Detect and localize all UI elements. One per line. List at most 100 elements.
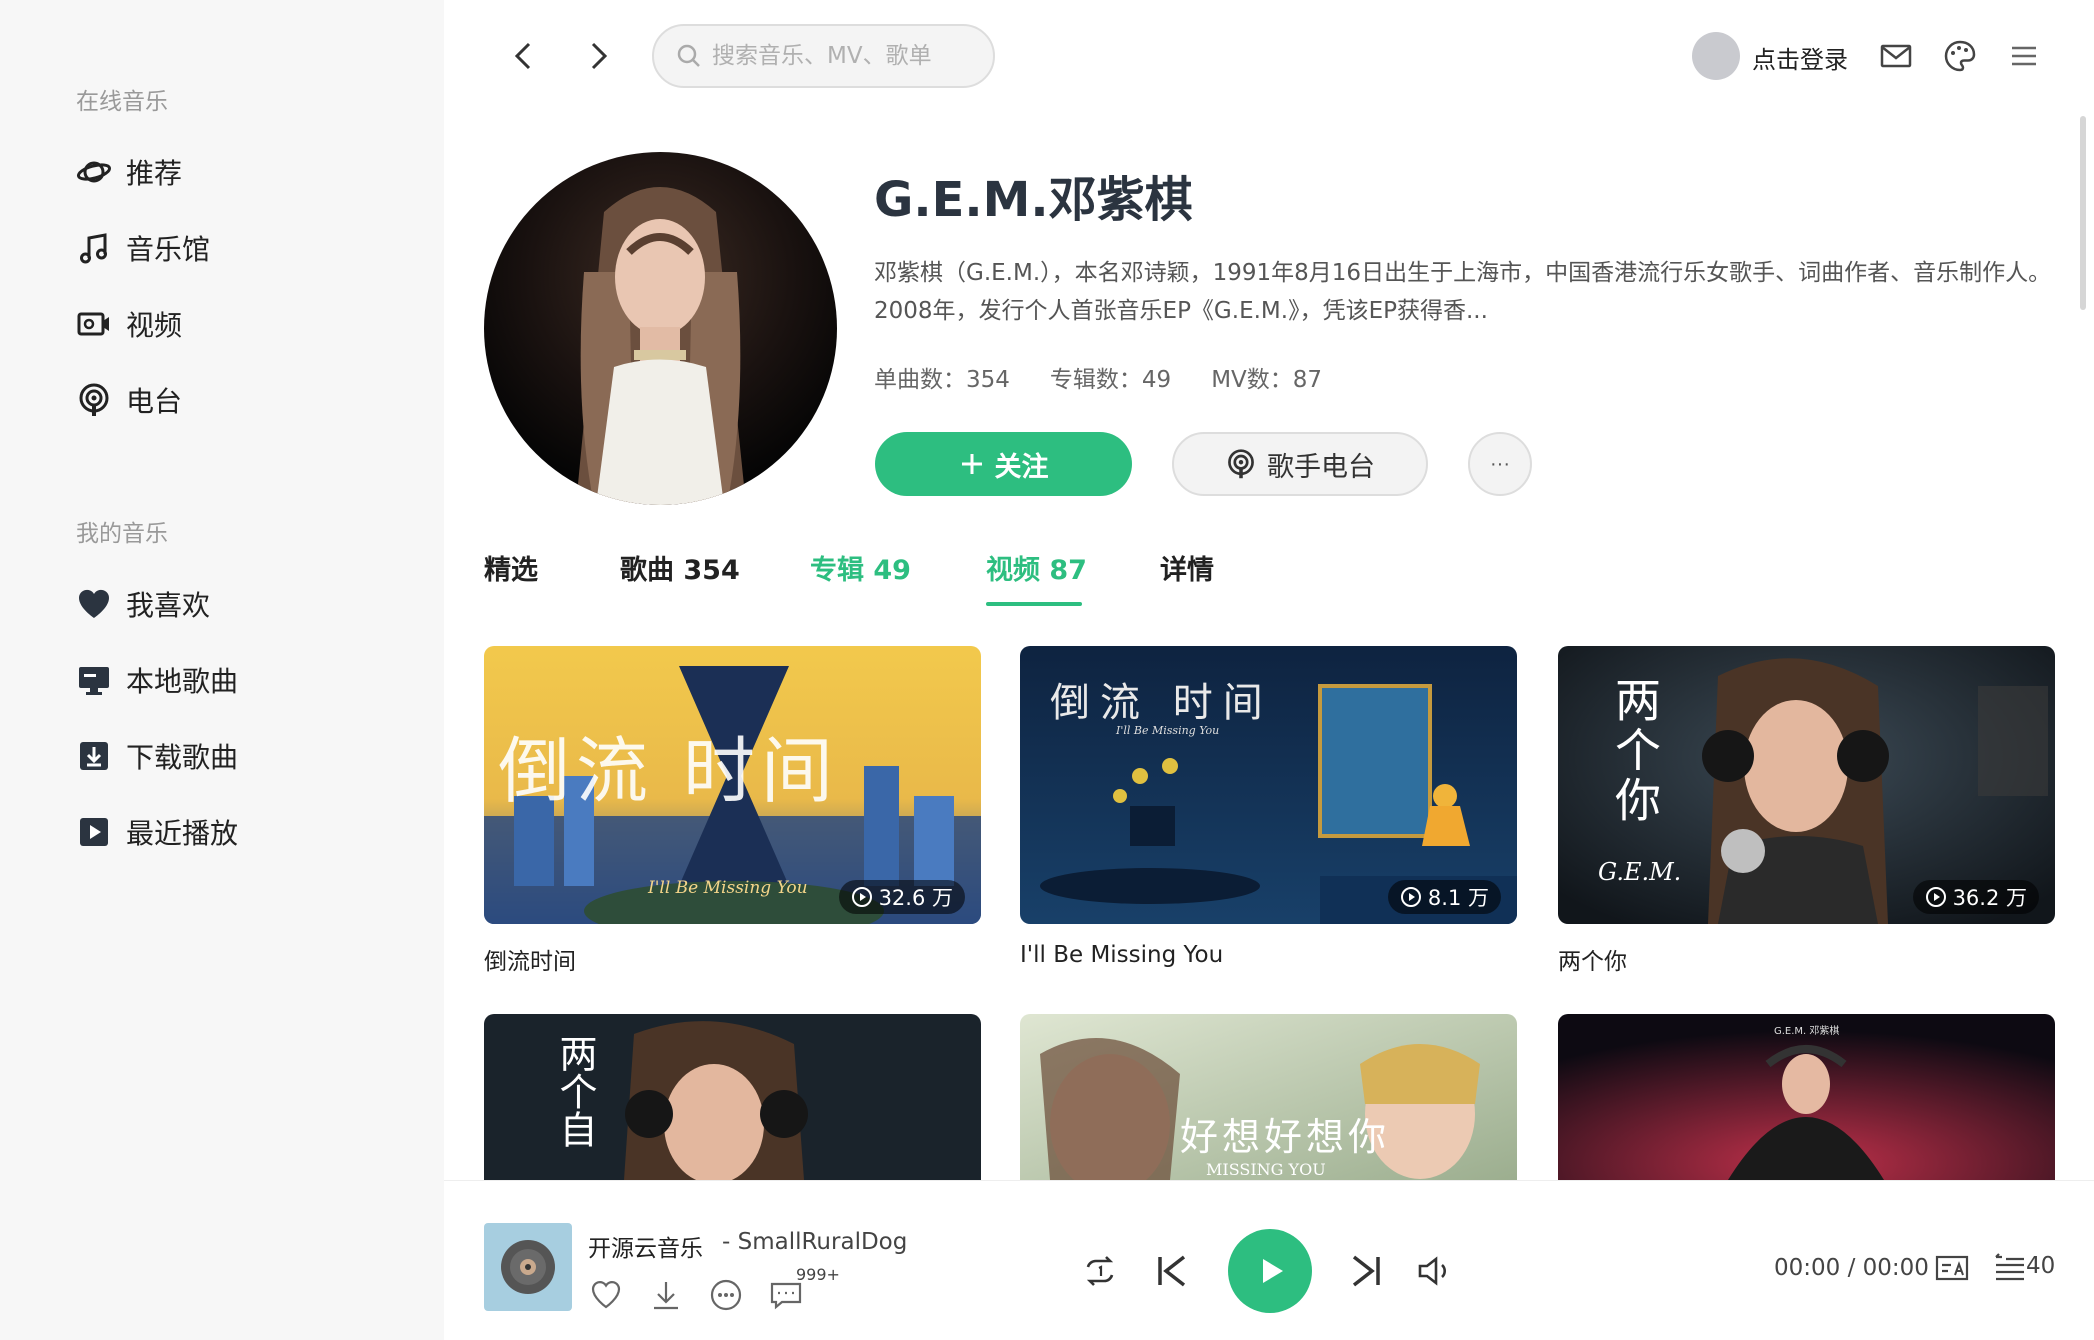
video-card[interactable]: 两个自 <box>484 1014 981 1180</box>
play-square-icon <box>80 818 108 846</box>
thumbnail-title-text: 倒流 时间 <box>498 729 839 813</box>
planet-icon <box>76 161 112 183</box>
play-count-badge: 36.2 万 <box>1912 880 2039 914</box>
video-title[interactable]: I'll Be Missing You <box>1020 942 1517 968</box>
song-name: 开源云音乐 <box>588 1236 703 1262</box>
sidebar-item-video[interactable]: 视频 <box>76 298 182 350</box>
mail-icon[interactable] <box>1878 38 1914 74</box>
video-thumbnail[interactable]: 倒流 时间 I'll Be Missing You 32.6 万 <box>484 646 981 924</box>
video-card[interactable]: 好想好想你 MISSING YOU <box>1020 1014 1517 1180</box>
sidebar-item-label: 最近播放 <box>126 817 239 850</box>
menu-icon[interactable] <box>2006 38 2042 74</box>
singles-count: 单曲数：354 <box>874 367 1010 393</box>
login-link[interactable]: 点击登录 <box>1752 40 1848 75</box>
tab-videos[interactable]: 视频 87 <box>986 548 1087 587</box>
repeat-one-icon[interactable] <box>1080 1251 1120 1291</box>
thumbnail-subtitle-text: I'll Be Missing You <box>648 878 808 898</box>
sidebar-item-label: 推荐 <box>126 157 183 190</box>
player-bar: 开源云音乐 - SmallRuralDog 999+ 00:00 / 00:00… <box>444 1180 2094 1340</box>
album-cover[interactable] <box>484 1223 572 1311</box>
sidebar-item-label: 我喜欢 <box>126 589 211 622</box>
heart-outline-icon[interactable] <box>588 1277 624 1313</box>
play-circle-icon <box>851 887 872 907</box>
sidebar-section-my-music: 我的音乐 <box>76 521 168 547</box>
app-window: 在线音乐 推荐 音乐馆 视频 电台 我的音乐 我喜欢 本地歌曲 下载歌曲 最近播… <box>0 0 2094 1340</box>
back-arrow-icon[interactable] <box>504 36 544 76</box>
play-circle-icon <box>1400 887 1421 907</box>
sidebar: 在线音乐 推荐 音乐馆 视频 电台 我的音乐 我喜欢 本地歌曲 下载歌曲 最近播… <box>0 0 444 1340</box>
lyrics-icon[interactable] <box>1934 1251 1970 1287</box>
monitor-icon <box>79 667 109 695</box>
video-icon <box>77 312 109 336</box>
radio-icon <box>79 383 109 416</box>
user-avatar[interactable] <box>1692 32 1740 80</box>
tab-songs[interactable]: 歌曲 354 <box>620 548 740 587</box>
follow-button[interactable]: 关注 <box>875 432 1132 496</box>
sidebar-item-recent[interactable]: 最近播放 <box>76 806 238 858</box>
search-input[interactable] <box>712 43 962 69</box>
sidebar-item-local-songs[interactable]: 本地歌曲 <box>76 654 238 706</box>
sidebar-item-favorites[interactable]: 我喜欢 <box>76 578 210 630</box>
thumbnail-subtitle-text: G.E.M. <box>1598 858 1682 886</box>
play-count-badge: 8.1 万 <box>1387 880 1501 914</box>
mv-count: MV数：87 <box>1211 367 1323 393</box>
video-card[interactable]: G.E.M. 邓紫棋 <box>1558 1014 2055 1180</box>
vinyl-disc-icon <box>501 1240 555 1294</box>
video-thumbnail[interactable]: G.E.M. 邓紫棋 <box>1558 1014 2055 1180</box>
artist-photo <box>484 152 837 505</box>
video-thumbnail[interactable]: 两个自 <box>484 1014 981 1180</box>
play-count-badge: 32.6 万 <box>838 880 965 914</box>
tab-details[interactable]: 详情 <box>1160 548 1214 587</box>
tab-featured[interactable]: 精选 <box>484 548 538 587</box>
thumbnail-subtitle-text: MISSING YOU <box>1206 1160 1326 1179</box>
sidebar-item-radio[interactable]: 电台 <box>76 374 182 426</box>
forward-arrow-icon[interactable] <box>578 36 618 76</box>
thumbnail-title-text: 倒流 时间 <box>1050 680 1273 726</box>
thumbnail-title-text: 两个自 <box>553 1034 597 1148</box>
previous-track-icon[interactable] <box>1150 1249 1194 1293</box>
albums-count: 专辑数：49 <box>1049 367 1172 393</box>
play-circle-icon <box>1925 887 1946 907</box>
sidebar-item-label: 本地歌曲 <box>126 665 239 698</box>
playback-time: 00:00 / 00:00 <box>1774 1255 1929 1281</box>
video-thumbnail[interactable]: 两个你 G.E.M. 36.2 万 <box>1558 646 2055 924</box>
plus-icon <box>961 454 982 474</box>
thumbnail-title-text: 好想好想你 <box>1180 1115 1391 1159</box>
sidebar-item-recommend[interactable]: 推荐 <box>76 146 182 198</box>
video-thumbnail[interactable]: 好想好想你 MISSING YOU <box>1020 1014 1517 1180</box>
artist-description: 邓紫棋（G.E.M.），本名邓诗颖，1991年8月16日出生于上海市，中国香港流… <box>874 260 2052 324</box>
video-title[interactable]: 两个你 <box>1558 942 2055 976</box>
sidebar-item-label: 电台 <box>126 385 183 418</box>
sidebar-section-online: 在线音乐 <box>76 89 168 115</box>
video-thumbnail[interactable]: 倒流 时间 I'll Be Missing You 8.1 万 <box>1020 646 1517 924</box>
playlist-icon[interactable] <box>1992 1251 2026 1285</box>
more-circle-icon[interactable] <box>708 1277 744 1313</box>
sidebar-item-music-hall[interactable]: 音乐馆 <box>76 222 210 274</box>
video-card[interactable]: 倒流 时间 I'll Be Missing You 8.1 万 I'll Be … <box>1020 646 1517 968</box>
artist-name: G.E.M.邓紫棋 <box>874 172 1193 228</box>
search-box[interactable] <box>652 24 995 88</box>
palette-icon[interactable] <box>1942 38 1978 74</box>
sidebar-item-downloads[interactable]: 下载歌曲 <box>76 730 238 782</box>
search-icon <box>677 44 700 67</box>
download-arrow-icon[interactable] <box>648 1277 684 1313</box>
scrollbar[interactable] <box>2080 116 2086 310</box>
playlist-count: 40 <box>2026 1253 2056 1279</box>
thumbnail-subtitle-text: I'll Be Missing You <box>1116 724 1220 737</box>
play-button[interactable] <box>1228 1229 1312 1313</box>
artist-radio-button[interactable]: 歌手电台 <box>1172 432 1428 496</box>
volume-icon[interactable] <box>1414 1251 1454 1291</box>
play-count: 32.6 万 <box>878 886 953 910</box>
video-card[interactable]: 两个你 G.E.M. 36.2 万 两个你 <box>1558 646 2055 976</box>
song-artist[interactable]: - SmallRuralDog <box>722 1229 907 1255</box>
more-button[interactable]: ··· <box>1468 432 1532 496</box>
sidebar-item-label: 视频 <box>126 309 183 342</box>
video-card[interactable]: 倒流 时间 I'll Be Missing You 32.6 万 倒流时间 <box>484 646 981 976</box>
video-title[interactable]: 倒流时间 <box>484 942 981 976</box>
next-track-icon[interactable] <box>1344 1249 1388 1293</box>
artist-radio-label: 歌手电台 <box>1267 451 1375 482</box>
tab-albums[interactable]: 专辑 49 <box>810 548 911 587</box>
download-icon <box>80 742 108 770</box>
heart-icon <box>78 589 110 618</box>
play-icon <box>1263 1259 1283 1283</box>
